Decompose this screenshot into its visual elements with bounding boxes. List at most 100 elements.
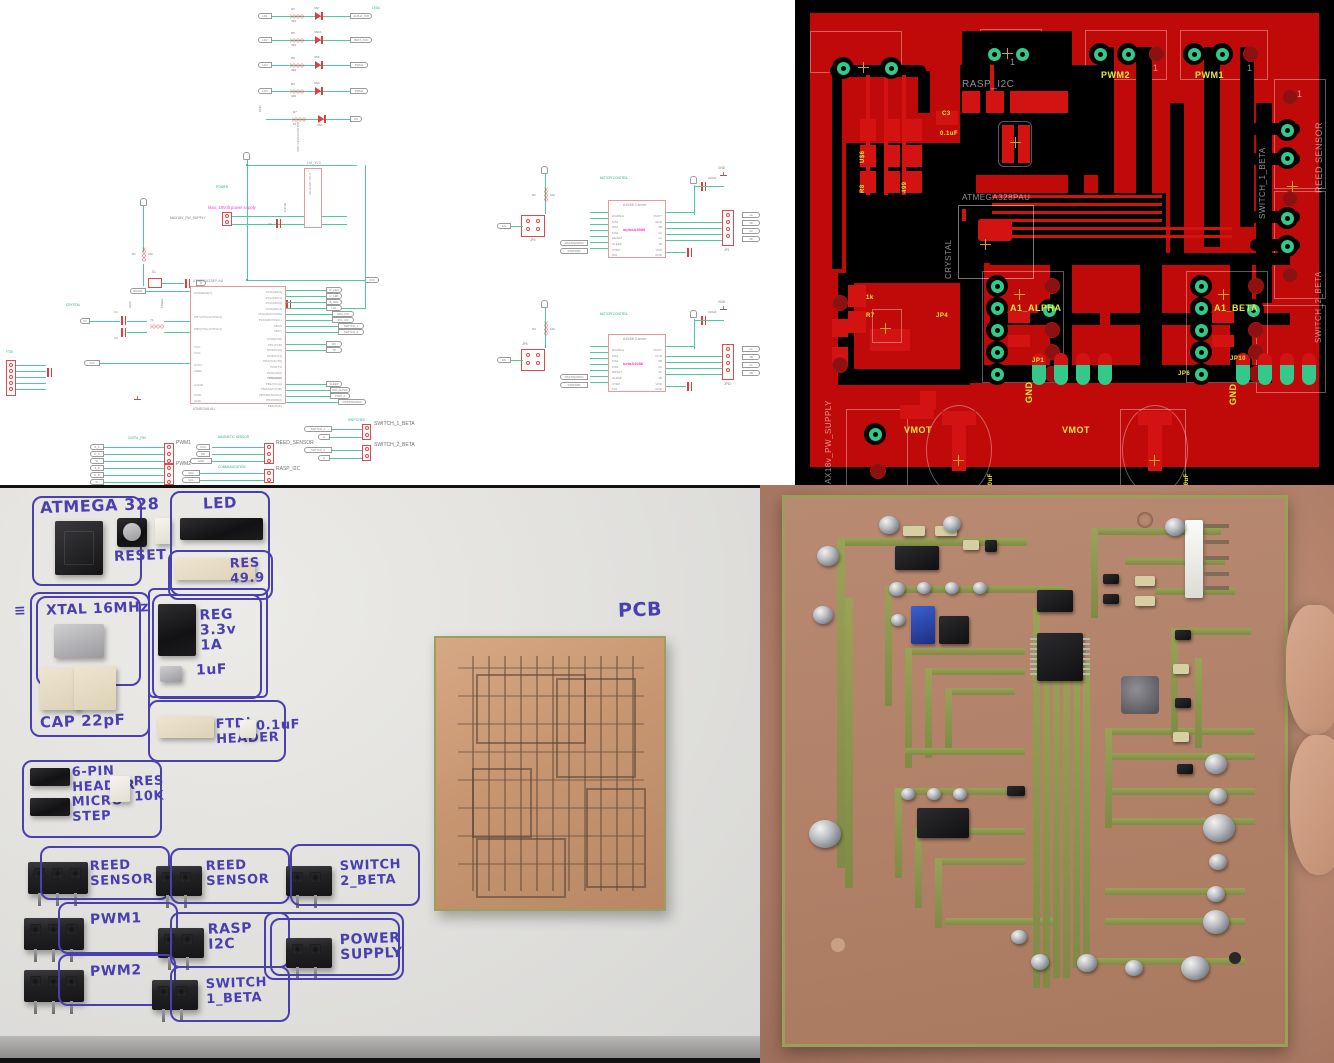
board-mounting-hole-bottom-left (831, 938, 845, 952)
annotation-pcb: PCB (617, 598, 663, 622)
pcb-silk-rasp-i2c: RASP_I2C (962, 79, 1015, 90)
annotation-cap-22pf: CAP 22pF (39, 710, 126, 732)
schematic-ic-regulator: LM_3V3 ADJ/GND VOUT (304, 161, 322, 228)
schematic-res-pullup (141, 247, 147, 262)
atmega-pins-right-portb: PB0(ICP) PB1(OC1A) PB2(SS/OC1B) PB3(MOSI/OC… (258, 376, 282, 408)
schematic-ic-a4988-alpha: A4988 Carrier ENABLE MS1 MS2 MS3 RESET SLEEP S… (608, 200, 666, 258)
pcb-silk-r7: R7 (866, 313, 875, 319)
pcb-silk-switch1-beta: SWITCH_1_BETA (1258, 147, 1267, 219)
composite-image: LEDs LD1 R3 499 U$7 ALPHA_DIR LD2 R5 499… (0, 0, 1334, 1063)
annotation-reed1: REED SENSOR (89, 857, 154, 890)
schematic-ftdi-header (6, 360, 16, 396)
schematic-ic-a4988-beta: A4988 Carrier ENABLE MS1 MS2 MS3 RESET SLEEP S… (608, 334, 666, 392)
annotation-res-499: RES 49.9 (229, 555, 265, 587)
board-component-black-blk (939, 616, 969, 644)
annotation-pwm2: PWM2 (89, 962, 143, 980)
pcb-silk-u6: U$6 (860, 150, 866, 163)
panel-parts-photo: ATMEGA 328 RESET LED RES 49.9 XTAL 16MHz… (0, 485, 760, 1063)
annotation-switch1-beta: SWITCH 1_BETA (205, 974, 268, 1008)
pcb-silk-gnd-1: GND (1024, 381, 1034, 404)
pcb-silk-jp1: JP1 (1032, 358, 1045, 364)
board-component-soic8 (1037, 590, 1073, 612)
board-component-header-blk (917, 808, 969, 838)
pcb-ic-atmega328p (958, 205, 1034, 279)
annotation-cap-01uf: 0.1uF (255, 717, 301, 734)
component-led-strip (180, 518, 263, 540)
annotation-switch2-beta: SWITCH 2_BETA (339, 856, 402, 890)
schematic-cap-047 (275, 219, 282, 228)
pcb-silk-switch2-beta: SWITCH_2_BETA (1314, 271, 1323, 343)
board-component-tact-switch (1121, 676, 1159, 714)
board-component-atmega-qfp (1030, 633, 1090, 681)
annotation-reset: RESET (113, 547, 167, 565)
schematic-group-leds: LEDs (372, 6, 380, 10)
pcb-silk-pin1-d: 1 (1297, 89, 1303, 99)
pcb-silk-gnd-2: GND (1228, 383, 1238, 406)
pcb-silk-reed-sensor: REED SENSOR (1314, 121, 1324, 193)
schematic-net-switch2-beta: SWITCH_2_BETA (374, 442, 415, 448)
pcb-silk-c3: C3 (942, 111, 951, 117)
atmega-pins-left: PC6(RESET) (194, 291, 213, 295)
board-via-bottom-right (1229, 952, 1241, 964)
schematic-header-jp1 (722, 210, 734, 246)
pcb-silk-a1-beta: A1_BETA (1214, 303, 1258, 313)
component-ftdi-header (158, 716, 214, 738)
board-component-ftdi-header (1185, 520, 1203, 598)
pcb-silk-pin1-b: 1 (1153, 63, 1159, 73)
annotation-power-supply: POWER SUPPLY (339, 929, 403, 964)
pcb-silk-crystal: CRYSTAL (944, 239, 953, 279)
schematic-vcc-symbol (140, 198, 147, 206)
panel-board-photo (760, 485, 1334, 1063)
pcb-silk-pwm2: PWM2 (1101, 70, 1130, 80)
pcb-board-outline: PWM2 PWM1 A1_ALPHA A1_BETA VMOT VMOT GND… (802, 5, 1327, 485)
pcb-silk-vmot-1: VMOT (904, 425, 932, 435)
annotation-res-10k: RES 10K (133, 773, 165, 805)
annotation-ink-mark: ≡ (13, 602, 27, 620)
pcb-silk-100uf-2: 100uF (1184, 473, 1190, 485)
annotation-led: LED (202, 493, 238, 513)
schematic-power-connector (222, 212, 232, 226)
component-cap-reel-b (74, 666, 116, 710)
component-6pin-header (30, 768, 70, 786)
panel-pcb-layout: PWM2 PWM1 A1_ALPHA A1_BETA VMOT VMOT GND… (795, 0, 1334, 485)
board-component-soic (895, 546, 939, 570)
component-milled-pcb-blank (434, 636, 666, 911)
schematic-group-power: POWER (216, 185, 229, 189)
schematic-net-reed-sensor: REED_SENSOR (276, 440, 314, 446)
schematic-net-pwm2: PWM2 (176, 461, 191, 467)
eagle-schematic-canvas: LEDs LD1 R3 499 U$7 ALPHA_DIR LD2 R5 499… (0, 0, 795, 485)
component-microstep-header (30, 798, 70, 816)
board-component-blue-trimmer (911, 606, 935, 644)
board-photo-background (760, 485, 1334, 1063)
pcb-silk-vmot-2: VMOT (1062, 425, 1090, 435)
schematic-header-jp10 (722, 344, 734, 380)
pcb-silk-01uf: 0.1uF (940, 131, 959, 137)
hand-finger-upper (1286, 605, 1334, 735)
hand-finger-lower (1290, 735, 1334, 875)
board-mounting-hole-top (1137, 512, 1153, 528)
schematic-net-switch1-beta: SWITCH_1_BETA (374, 421, 415, 427)
component-res-10k (110, 776, 130, 802)
schematic-driver-alpha-ref: alphaA4988 (623, 227, 646, 232)
annotation-rasp-i2c: RASP I2C (207, 920, 253, 953)
schematic-net-rasp-i2c: RASP_I2C (276, 466, 301, 472)
pcb-silk-a1-alpha: A1_ALPHA (1010, 303, 1062, 313)
pcb-silk-pin1-a: 1 (1010, 57, 1016, 67)
pcb-silk-jp4: JP4 (936, 313, 949, 319)
annotation-pwm1: PWM1 (89, 910, 143, 928)
annotation-reed2: REED SENSOR (205, 857, 270, 890)
annotation-atmega: ATMEGA 328 (39, 493, 160, 518)
parts-photo-surface: ATMEGA 328 RESET LED RES 49.9 XTAL 16MHz… (0, 488, 760, 1058)
atmega-pins-right-portc: PC0(ADC0) PC1(ADC1) PC2(ADC2) PC3(ADC3) PC4(… (258, 290, 282, 334)
component-smd-cap-a (155, 518, 171, 544)
schematic-ic-atmega328p: ATMEGA328P-AU ATMEGA8-AU PC6(RESET) PB7(… (190, 279, 286, 411)
schematic-label-reset-switch: S1 (152, 270, 156, 274)
pcb-silk-499: 499 (902, 181, 908, 193)
schematic-driver-beta-ref: betaA4988 (623, 361, 644, 366)
schematic-label-pwsupply: MAX18V_PW_SUPPLY (170, 216, 206, 220)
pcb-silk-max18v: MAX18v_PW_SUPPLY (824, 400, 833, 485)
pcb-silk-pin1-c: 1 (1247, 63, 1253, 73)
pcb-silk-100uf-1: 100uF (988, 473, 994, 485)
pcb-silk-atmega328pau: ATMEGA328PAU (962, 193, 1031, 202)
schematic-net-pwm1: PWM1 (176, 440, 191, 446)
